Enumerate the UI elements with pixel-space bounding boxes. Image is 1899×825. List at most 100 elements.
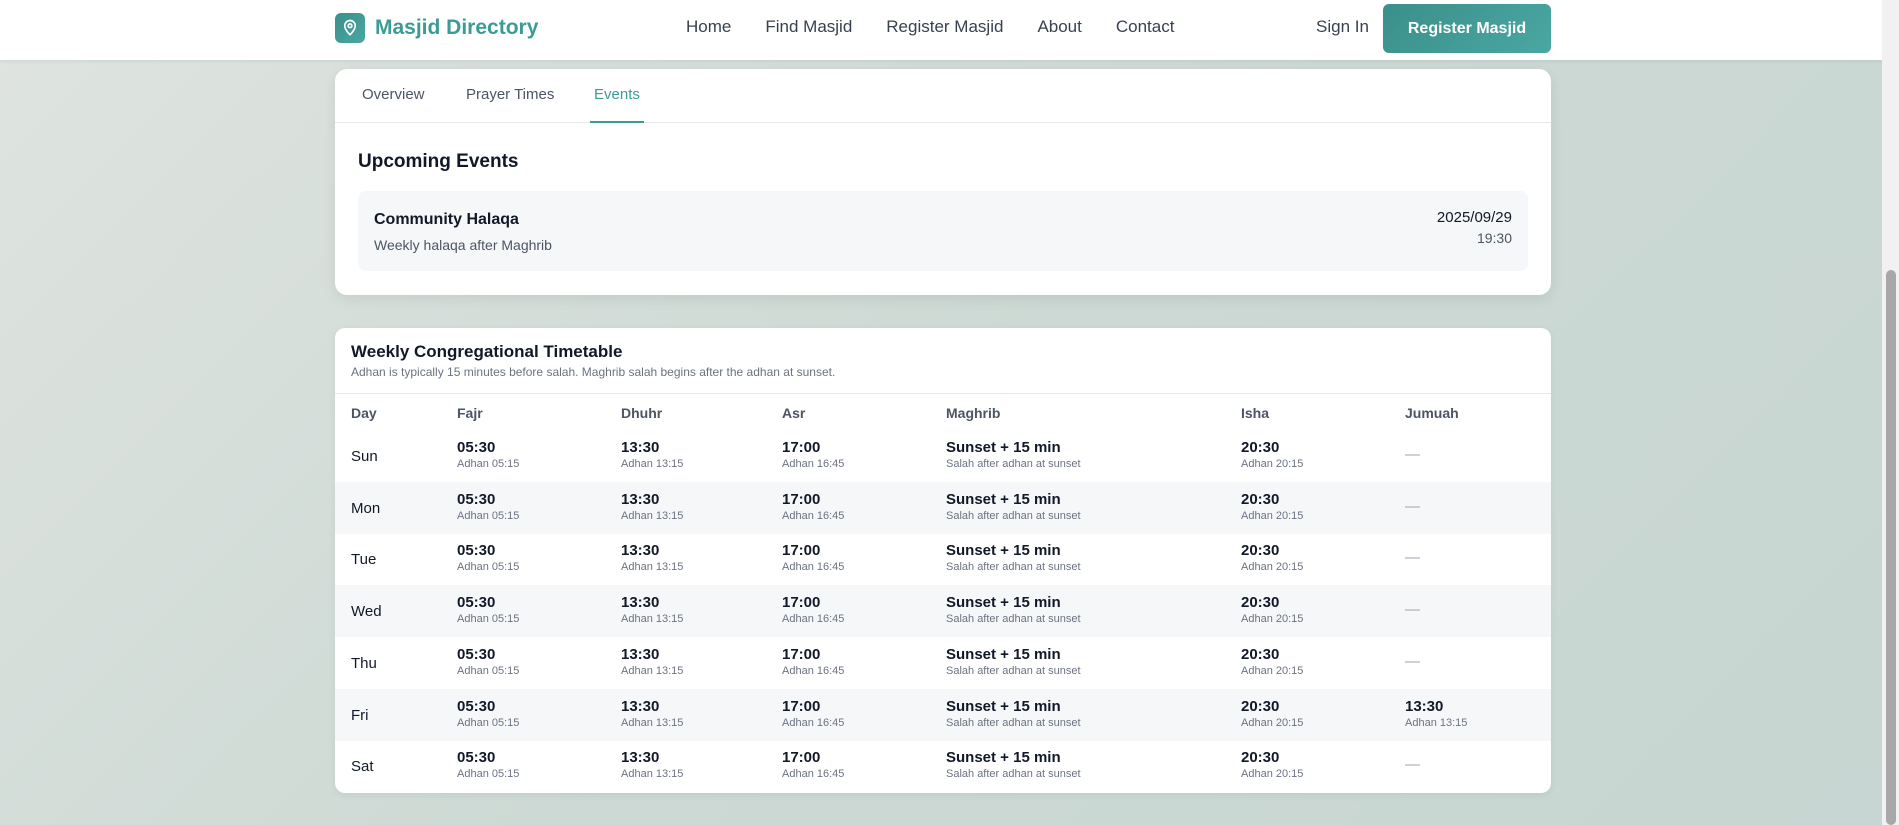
main-nav: Home Find Masjid Register Masjid About C… (686, 17, 1174, 37)
fajr-time: 05:30 (457, 645, 496, 663)
maghrib-time: Sunset + 15 min (946, 645, 1061, 663)
tab-overview[interactable]: Overview (362, 86, 425, 103)
dhuhr-adhan: Adhan 13:15 (621, 613, 684, 626)
nav-home[interactable]: Home (686, 17, 731, 37)
isha-cell: 20:30 Adhan 20:15 (1241, 698, 1303, 729)
jumuah-cell: — (1405, 652, 1420, 670)
maghrib-time: Sunset + 15 min (946, 594, 1061, 612)
maghrib-adhan: Salah after adhan at sunset (946, 716, 1081, 729)
maghrib-time: Sunset + 15 min (946, 542, 1061, 560)
brand-link[interactable]: Masjid Directory (335, 13, 538, 43)
asr-adhan: Adhan 16:45 (782, 458, 845, 470)
event-date: 2025/09/29 (1436, 209, 1512, 226)
isha-cell: 20:30 Adhan 20:15 (1241, 439, 1303, 470)
isha-time: 20:30 (1241, 439, 1280, 456)
asr-cell: 17:00 Adhan 16:45 (782, 542, 844, 573)
table-row: Thu 05:30 Adhan 05:15 13:30 Adhan 13:15 17:00… (335, 637, 1551, 689)
dhuhr-cell: 13:30 Adhan 13:15 (621, 749, 683, 780)
day-cell: Sun (351, 448, 378, 465)
fajr-time: 05:30 (457, 490, 496, 508)
isha-time: 20:30 (1241, 490, 1280, 508)
dhuhr-cell: 13:30 Adhan 13:15 (621, 698, 683, 729)
asr-time: 17:00 (782, 439, 821, 456)
asr-time: 17:00 (782, 594, 821, 612)
dhuhr-adhan: Adhan 13:15 (621, 768, 684, 781)
jumuah-cell: — (1405, 601, 1420, 619)
fajr-cell: 05:30 Adhan 05:15 (457, 594, 519, 625)
isha-adhan: Adhan 20:15 (1241, 458, 1304, 470)
fajr-adhan: Adhan 05:15 (457, 509, 520, 522)
asr-time: 17:00 (782, 542, 821, 560)
isha-time: 20:30 (1241, 749, 1280, 767)
dhuhr-time: 13:30 (621, 439, 660, 456)
isha-adhan: Adhan 20:15 (1241, 613, 1304, 626)
site-header: Masjid Directory Home Find Masjid Regist… (0, 0, 1882, 60)
register-masjid-button[interactable]: Register Masjid (1383, 4, 1551, 53)
dhuhr-adhan: Adhan 13:15 (621, 716, 684, 729)
day-cell: Tue (351, 551, 377, 569)
maghrib-cell: Sunset + 15 min Salah after adhan at suns… (946, 491, 1081, 522)
timetable-title: Weekly Congregational Timetable (351, 342, 623, 361)
column-header-maghrib: Maghrib (946, 405, 1001, 421)
nav-register-masjid[interactable]: Register Masjid (886, 17, 1003, 37)
map-pin-icon (335, 13, 365, 43)
column-header-asr: Asr (782, 405, 806, 421)
dhuhr-adhan: Adhan 13:15 (621, 458, 684, 470)
maghrib-cell: Sunset + 15 min Salah after adhan at suns… (946, 646, 1081, 677)
tab-prayer-times[interactable]: Prayer Times (466, 86, 554, 103)
isha-adhan: Adhan 20:15 (1241, 561, 1304, 574)
fajr-time: 05:30 (457, 697, 496, 715)
maghrib-adhan: Salah after adhan at sunset (946, 458, 1081, 470)
fajr-cell: 05:30 Adhan 05:15 (457, 749, 519, 780)
table-row: Sun 05:30 Adhan 05:15 13:30 Adhan 13:15 17:00… (335, 430, 1551, 482)
nav-contact[interactable]: Contact (1116, 17, 1175, 37)
scrollbar[interactable] (1882, 0, 1899, 825)
day-cell: Thu (351, 654, 377, 672)
asr-cell: 17:00 Adhan 16:45 (782, 698, 844, 729)
timetable-subtitle: Adhan is typically 15 minutes before sal… (351, 365, 836, 379)
event-description: Weekly halaqa after Maghrib (374, 237, 552, 253)
fajr-time: 05:30 (457, 542, 496, 560)
maghrib-adhan: Salah after adhan at sunset (946, 613, 1081, 626)
maghrib-cell: Sunset + 15 min Salah after adhan at suns… (946, 439, 1081, 470)
dhuhr-cell: 13:30 Adhan 13:15 (621, 542, 683, 573)
isha-adhan: Adhan 20:15 (1241, 768, 1304, 781)
isha-time: 20:30 (1241, 594, 1280, 612)
maghrib-time: Sunset + 15 min (946, 439, 1061, 456)
sign-in-link[interactable]: Sign In (1316, 17, 1369, 37)
dhuhr-adhan: Adhan 13:15 (621, 509, 684, 522)
fajr-adhan: Adhan 05:15 (457, 664, 520, 677)
tab-events[interactable]: Events (594, 86, 640, 103)
jumuah-cell: 13:30 Adhan 13:15 (1405, 698, 1467, 729)
dhuhr-adhan: Adhan 13:15 (621, 561, 684, 574)
fajr-adhan: Adhan 05:15 (457, 458, 520, 470)
maghrib-time: Sunset + 15 min (946, 749, 1061, 767)
asr-adhan: Adhan 16:45 (782, 509, 845, 522)
column-header-jumuah: Jumuah (1405, 405, 1459, 421)
active-tab-indicator (590, 121, 644, 123)
asr-time: 17:00 (782, 697, 821, 715)
isha-adhan: Adhan 20:15 (1241, 509, 1304, 522)
isha-cell: 20:30 Adhan 20:15 (1241, 749, 1303, 780)
nav-find-masjid[interactable]: Find Masjid (765, 17, 852, 37)
event-name: Community Halaqa (374, 211, 519, 228)
dhuhr-time: 13:30 (621, 749, 660, 767)
isha-cell: 20:30 Adhan 20:15 (1241, 594, 1303, 625)
maghrib-time: Sunset + 15 min (946, 490, 1061, 508)
table-row: Mon 05:30 Adhan 05:15 13:30 Adhan 13:15 17:00… (335, 481, 1551, 534)
day-cell: Mon (351, 499, 381, 517)
dhuhr-cell: 13:30 Adhan 13:15 (621, 646, 683, 677)
jumuah-time: 13:30 (1405, 697, 1444, 715)
events-heading: Upcoming Events (358, 151, 519, 172)
nav-about[interactable]: About (1037, 17, 1081, 37)
dhuhr-cell: 13:30 Adhan 13:15 (621, 439, 683, 470)
maghrib-cell: Sunset + 15 min Salah after adhan at suns… (946, 542, 1081, 573)
column-header-dhuhr: Dhuhr (621, 405, 663, 421)
asr-adhan: Adhan 16:45 (782, 716, 845, 729)
event-item[interactable]: Community Halaqa Weekly halaqa after Mag… (358, 191, 1528, 271)
day-cell: Sat (351, 758, 374, 776)
isha-time: 20:30 (1241, 697, 1280, 715)
dhuhr-time: 13:30 (621, 645, 660, 663)
scrollbar-thumb[interactable] (1886, 270, 1896, 825)
jumuah-cell: — (1405, 497, 1420, 515)
